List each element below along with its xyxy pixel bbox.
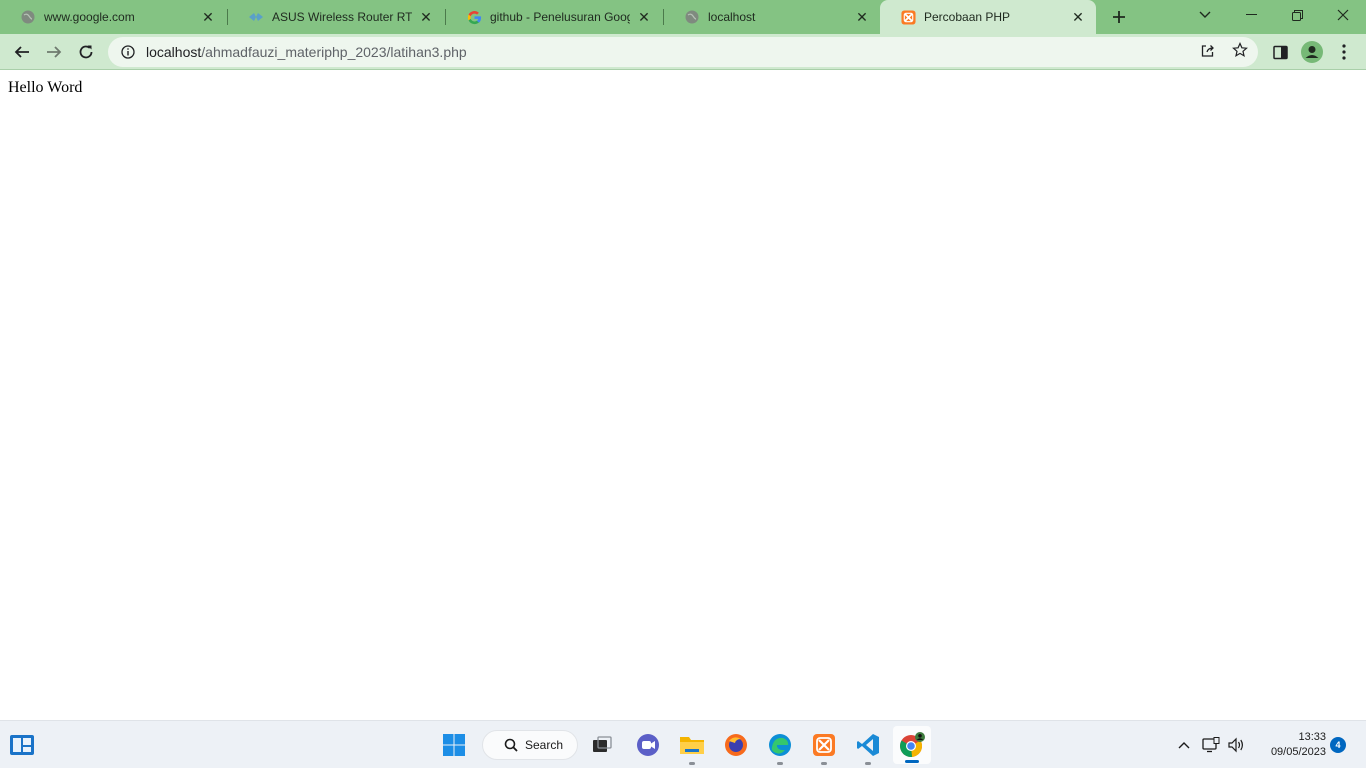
task-view-icon[interactable]	[586, 729, 618, 761]
browser-toolbar: localhost/ahmadfauzi_materiphp_2023/lati…	[0, 34, 1366, 70]
widgets-icon[interactable]	[6, 729, 38, 761]
running-indicator	[821, 762, 827, 765]
xampp-icon[interactable]	[808, 729, 840, 765]
side-panel-icon[interactable]	[1266, 38, 1294, 66]
network-icon[interactable]	[1200, 733, 1222, 757]
bookmark-star-icon[interactable]	[1228, 38, 1252, 62]
google-g-icon	[466, 9, 482, 25]
clock-time: 13:33	[1298, 731, 1326, 743]
forward-button[interactable]	[40, 38, 68, 66]
url-path: /ahmadfauzi_materiphp_2023/latihan3.php	[201, 44, 467, 60]
taskbar: Search 13:33 09/05/2023 4	[0, 720, 1366, 768]
tab-title: Percobaan PHP	[924, 10, 1011, 24]
volume-icon[interactable]	[1225, 733, 1247, 757]
restore-button[interactable]	[1274, 0, 1320, 30]
url-host: localhost	[146, 44, 202, 60]
globe-icon	[20, 9, 36, 25]
firefox-icon[interactable]	[720, 729, 752, 761]
notification-badge[interactable]: 4	[1330, 737, 1346, 753]
tab-title: github - Penelusuran Google	[490, 10, 630, 24]
reload-button[interactable]	[72, 38, 100, 66]
share-icon[interactable]	[1196, 38, 1220, 62]
site-info-icon[interactable]	[120, 44, 136, 60]
tab-github-search[interactable]: github - Penelusuran Google ✕	[446, 0, 662, 34]
back-button[interactable]	[8, 38, 36, 66]
profile-avatar[interactable]	[1298, 38, 1326, 66]
running-indicator	[689, 762, 695, 765]
new-tab-button[interactable]	[1108, 6, 1130, 28]
tab-title: www.google.com	[44, 10, 135, 24]
close-icon[interactable]: ✕	[636, 9, 652, 25]
start-windows-icon[interactable]	[438, 729, 470, 761]
page-content: Hello Word	[0, 71, 1366, 720]
edge-icon[interactable]	[764, 729, 796, 765]
close-icon[interactable]: ✕	[1070, 9, 1086, 25]
asus-router-icon	[248, 9, 264, 25]
globe-icon	[684, 9, 700, 25]
system-clock[interactable]: 13:33 09/05/2023	[1250, 730, 1326, 760]
address-bar[interactable]: localhost/ahmadfauzi_materiphp_2023/lati…	[108, 37, 1258, 67]
more-menu-icon[interactable]	[1330, 38, 1358, 66]
xampp-icon	[900, 9, 916, 25]
teams-chat-icon[interactable]	[632, 729, 664, 761]
tab-title: ASUS Wireless Router RT-N12	[272, 10, 412, 24]
active-indicator	[905, 760, 919, 763]
search-icon	[503, 737, 519, 753]
file-explorer-icon[interactable]	[676, 729, 708, 765]
tab-localhost[interactable]: localhost ✕	[664, 0, 880, 34]
page-text: Hello Word	[8, 79, 83, 96]
close-icon[interactable]: ✕	[418, 9, 434, 25]
minimize-button[interactable]	[1228, 0, 1274, 30]
tab-search-chevron-down-icon[interactable]	[1182, 0, 1228, 30]
tab-asus-router[interactable]: ASUS Wireless Router RT-N12 ✕	[228, 0, 444, 34]
clock-date: 09/05/2023	[1270, 746, 1326, 758]
tab-title: localhost	[708, 10, 756, 24]
tab-google[interactable]: www.google.com ✕	[0, 0, 226, 34]
search-label: Search	[525, 738, 564, 752]
running-indicator	[777, 762, 783, 765]
close-icon[interactable]: ✕	[200, 9, 216, 25]
tab-percobaan-php[interactable]: Percobaan PHP ✕	[880, 0, 1096, 34]
chevron-up-icon[interactable]	[1173, 733, 1195, 757]
vscode-icon[interactable]	[852, 729, 884, 765]
close-icon[interactable]: ✕	[854, 9, 870, 25]
tab-strip: www.google.com ✕ ASUS Wireless Router RT…	[0, 0, 1366, 34]
close-window-button[interactable]	[1320, 0, 1366, 30]
taskbar-search[interactable]: Search	[482, 730, 578, 760]
chrome-icon[interactable]	[893, 726, 931, 764]
running-indicator	[865, 762, 871, 765]
